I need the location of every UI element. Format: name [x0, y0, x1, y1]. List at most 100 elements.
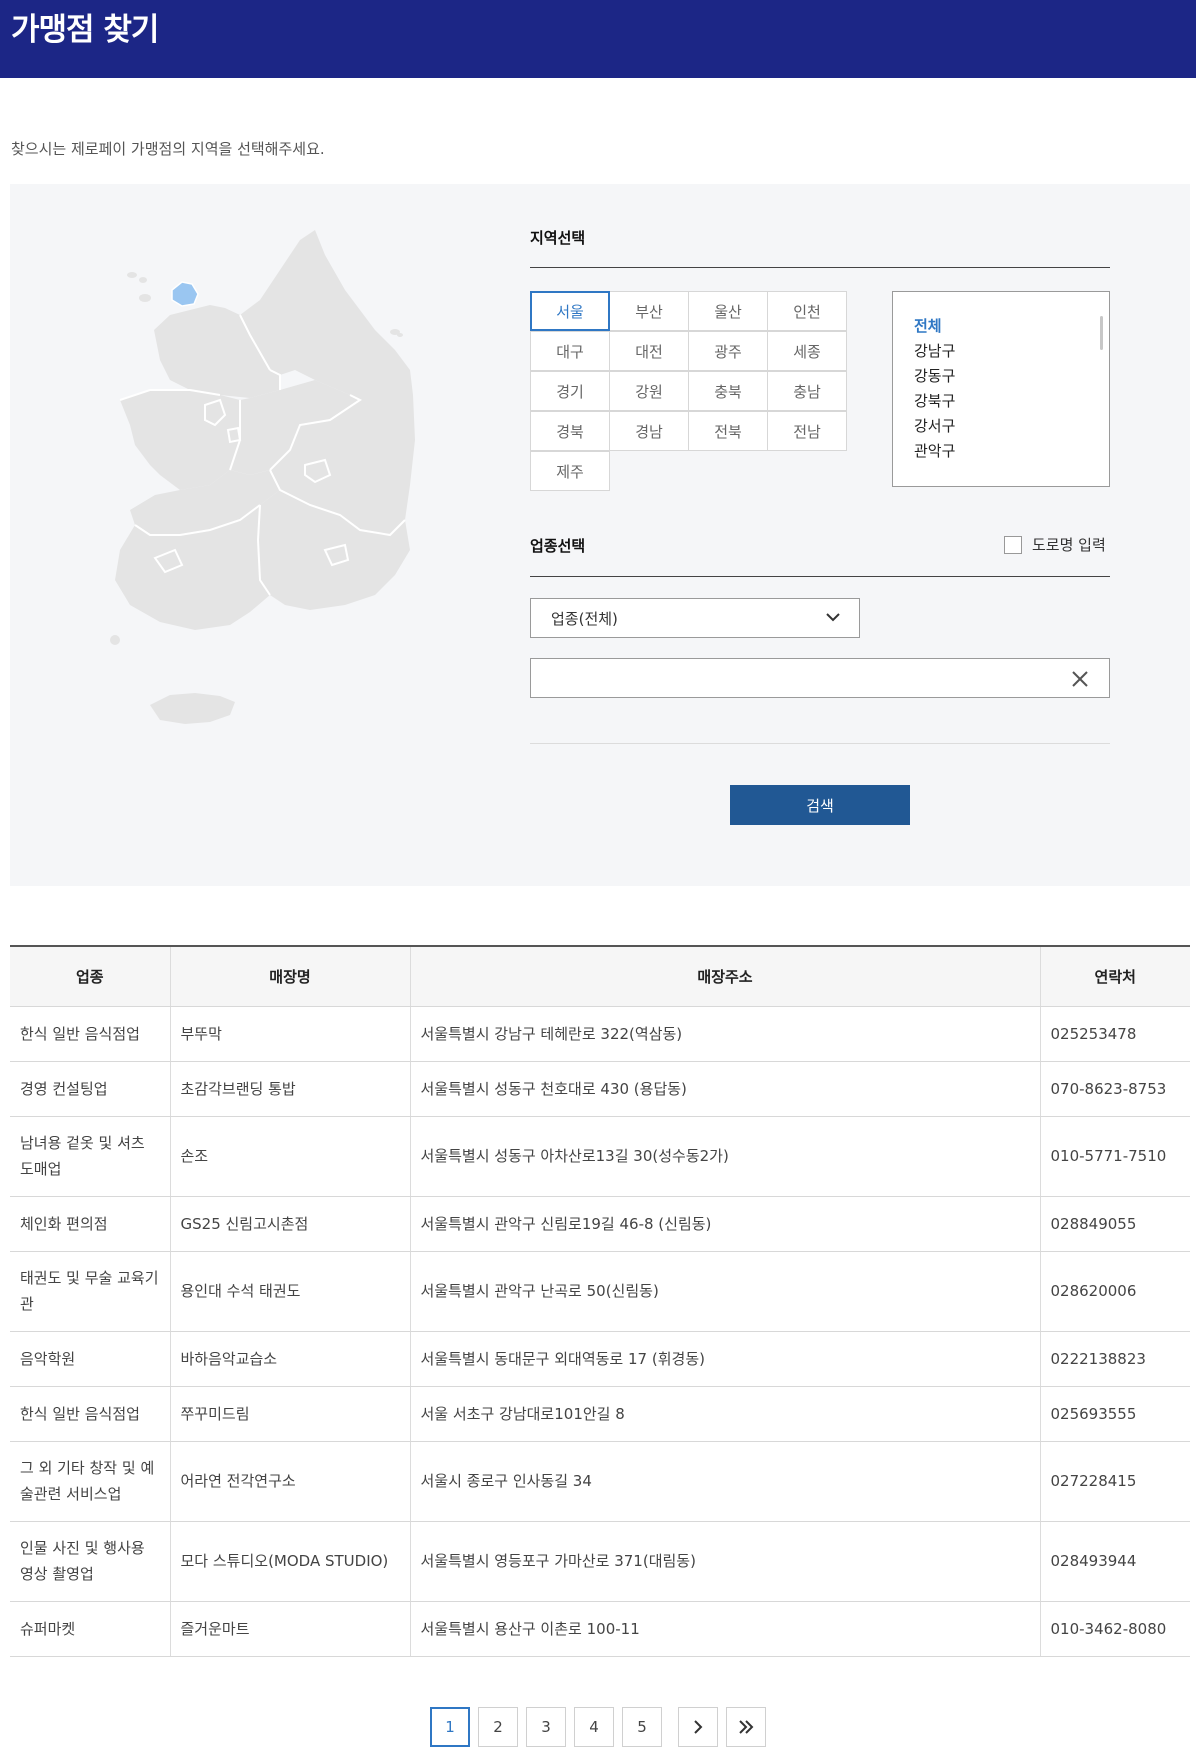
chevron-right-page-button[interactable] [678, 1707, 718, 1747]
region-button[interactable]: 인천 [767, 291, 847, 331]
business-type-cell: 인물 사진 및 행사용 영상 촬영업 [10, 1521, 170, 1602]
region-button[interactable]: 경북 [530, 411, 610, 451]
keyword-input[interactable] [531, 659, 1071, 699]
business-type-cell: 한식 일반 음식점업 [10, 1386, 170, 1442]
address-cell: 서울특별시 관악구 난곡로 50(신림동) [409, 1251, 1040, 1332]
business-type-select[interactable]: 업종(전체) [530, 598, 860, 638]
business-section-divider [530, 576, 1110, 577]
table-row[interactable]: 한식 일반 음식점업 쭈꾸미드림 서울 서초구 강남대로101안길 8 0256935… [10, 1386, 1190, 1442]
chevron-down-icon [826, 613, 840, 622]
table-row[interactable]: 체인화 편의점 GS25 신림고시촌점 서울특별시 관악구 신림로19길 46-8 … [10, 1196, 1190, 1252]
store-name-cell: 부뚜막 [169, 1006, 410, 1062]
business-type-cell: 그 외 기타 창작 및 예술관련 서비스업 [10, 1441, 170, 1522]
business-section-title: 업종선택 [530, 537, 586, 555]
district-item[interactable]: 강남구 [914, 339, 955, 364]
map-region-seoul[interactable] [171, 281, 199, 307]
region-section-title: 지역선택 [530, 229, 586, 247]
phone-cell: 070-8623-8753 [1039, 1061, 1190, 1117]
business-type-cell: 슈퍼마켓 [10, 1601, 170, 1657]
phone-cell: 027228415 [1039, 1441, 1190, 1522]
page-button[interactable]: 5 [622, 1707, 662, 1747]
region-section-divider [530, 267, 1110, 268]
store-name-cell: 초감각브랜딩 통밥 [169, 1061, 410, 1117]
table-row[interactable]: 경영 컨설팅업 초감각브랜딩 통밥 서울특별시 성동구 천호대로 430 (용답동)… [10, 1061, 1190, 1117]
page-button[interactable]: 3 [526, 1707, 566, 1747]
double-chevron-right-page-button[interactable] [726, 1707, 766, 1747]
store-name-cell: GS25 신림고시촌점 [169, 1196, 410, 1252]
map-region-jeju[interactable] [150, 693, 235, 724]
region-button[interactable]: 제주 [530, 451, 610, 491]
table-row[interactable]: 한식 일반 음식점업 부뚜막 서울특별시 강남구 테헤란로 322(역삼동) 0252… [10, 1006, 1190, 1062]
double-chevron-right-icon [739, 1720, 754, 1734]
address-cell: 서울특별시 동대문구 외대역동로 17 (휘경동) [409, 1331, 1040, 1387]
phone-cell: 0222138823 [1039, 1331, 1190, 1387]
region-button[interactable]: 충북 [688, 371, 768, 411]
page-button[interactable]: 4 [574, 1707, 614, 1747]
district-scrollbar[interactable] [1100, 316, 1103, 350]
business-type-cell: 태권도 및 무술 교육기관 [10, 1251, 170, 1332]
page-header: 가맹점 찾기 [0, 0, 1196, 78]
table-row[interactable]: 음악학원 바하음악교습소 서울특별시 동대문구 외대역동로 17 (휘경동) 0222… [10, 1331, 1190, 1387]
road-name-checkbox[interactable] [1004, 535, 1022, 554]
district-item[interactable]: 강동구 [914, 364, 955, 389]
region-button[interactable]: 울산 [688, 291, 768, 331]
store-results-table: 업종 매장명 매장주소 연락처 한식 일반 음식점업 부뚜막 서울특별시 강남구 테헤란로… [10, 945, 1190, 1657]
region-button[interactable]: 전북 [688, 411, 768, 451]
address-cell: 서울특별시 관악구 신림로19길 46-8 (신림동) [409, 1196, 1040, 1252]
page-button[interactable]: 2 [478, 1707, 518, 1747]
road-name-toggle[interactable]: 도로명 입력 [1004, 534, 1106, 555]
address-cell: 서울특별시 용산구 이촌로 100-11 [409, 1601, 1040, 1657]
page-button[interactable]: 1 [430, 1707, 470, 1747]
store-name-cell: 용인대 수석 태권도 [169, 1251, 410, 1332]
store-name-cell: 손조 [169, 1116, 410, 1197]
page-title: 가맹점 찾기 [11, 12, 159, 48]
table-row[interactable]: 인물 사진 및 행사용 영상 촬영업 모다 스튜디오(MODA STUDIO) 서울… [10, 1521, 1190, 1602]
district-item[interactable]: 강서구 [914, 414, 955, 439]
business-type-cell: 경영 컨설팅업 [10, 1061, 170, 1117]
region-button[interactable]: 강원 [609, 371, 689, 411]
phone-cell: 025693555 [1039, 1386, 1190, 1442]
close-icon[interactable] [1071, 670, 1089, 688]
region-button[interactable]: 대구 [530, 331, 610, 371]
region-button[interactable]: 광주 [688, 331, 768, 371]
table-row[interactable]: 슈퍼마켓 즐거운마트 서울특별시 용산구 이촌로 100-11 010-3462-80… [10, 1601, 1190, 1657]
search-button[interactable]: 검색 [730, 785, 910, 825]
region-button[interactable]: 전남 [767, 411, 847, 451]
phone-cell: 010-3462-8080 [1039, 1601, 1190, 1657]
phone-cell: 028849055 [1039, 1196, 1190, 1252]
address-cell: 서울특별시 영등포구 가마산로 371(대림동) [409, 1521, 1040, 1602]
column-header: 매장명 [169, 945, 410, 1007]
table-row[interactable]: 태권도 및 무술 교육기관 용인대 수석 태권도 서울특별시 관악구 난곡로 50(… [10, 1251, 1190, 1332]
store-name-cell: 모다 스튜디오(MODA STUDIO) [169, 1521, 410, 1602]
column-header: 업종 [10, 945, 170, 1007]
phone-cell: 028493944 [1039, 1521, 1190, 1602]
district-item[interactable]: 전체 [914, 314, 955, 339]
chevron-right-icon [694, 1720, 703, 1734]
phone-cell: 025253478 [1039, 1006, 1190, 1062]
store-name-cell: 즐거운마트 [169, 1601, 410, 1657]
table-row[interactable]: 남녀용 겉옷 및 셔츠 도매업 손조 서울특별시 성동구 아차산로13길 30(성수… [10, 1116, 1190, 1197]
district-list-box[interactable]: 전체 강남구 강동구 강북구 강서구 관악구 [892, 291, 1110, 487]
road-name-label: 도로명 입력 [1032, 536, 1106, 554]
search-divider [530, 743, 1110, 744]
intro-text: 찾으시는 제로페이 가맹점의 지역을 선택해주세요. [11, 140, 325, 158]
region-button[interactable]: 서울 [530, 291, 610, 331]
district-item[interactable]: 관악구 [914, 439, 955, 464]
store-name-cell: 쭈꾸미드림 [169, 1386, 410, 1442]
business-type-value: 업종(전체) [551, 609, 618, 628]
region-button[interactable]: 충남 [767, 371, 847, 411]
table-row[interactable]: 그 외 기타 창작 및 예술관련 서비스업 어라연 전각연구소 서울시 종로구 인사… [10, 1441, 1190, 1522]
address-cell: 서울특별시 성동구 천호대로 430 (용답동) [409, 1061, 1040, 1117]
district-item[interactable]: 강북구 [914, 389, 955, 414]
store-name-cell: 바하음악교습소 [169, 1331, 410, 1387]
region-button[interactable]: 대전 [609, 331, 689, 371]
region-button[interactable]: 부산 [609, 291, 689, 331]
region-button[interactable]: 세종 [767, 331, 847, 371]
business-type-cell: 남녀용 겉옷 및 셔츠 도매업 [10, 1116, 170, 1197]
region-button[interactable]: 경기 [530, 371, 610, 411]
keyword-field[interactable] [530, 658, 1110, 699]
column-header: 연락처 [1039, 945, 1190, 1007]
business-type-cell: 음악학원 [10, 1331, 170, 1387]
korea-region-map[interactable] [110, 220, 460, 740]
region-button[interactable]: 경남 [609, 411, 689, 451]
